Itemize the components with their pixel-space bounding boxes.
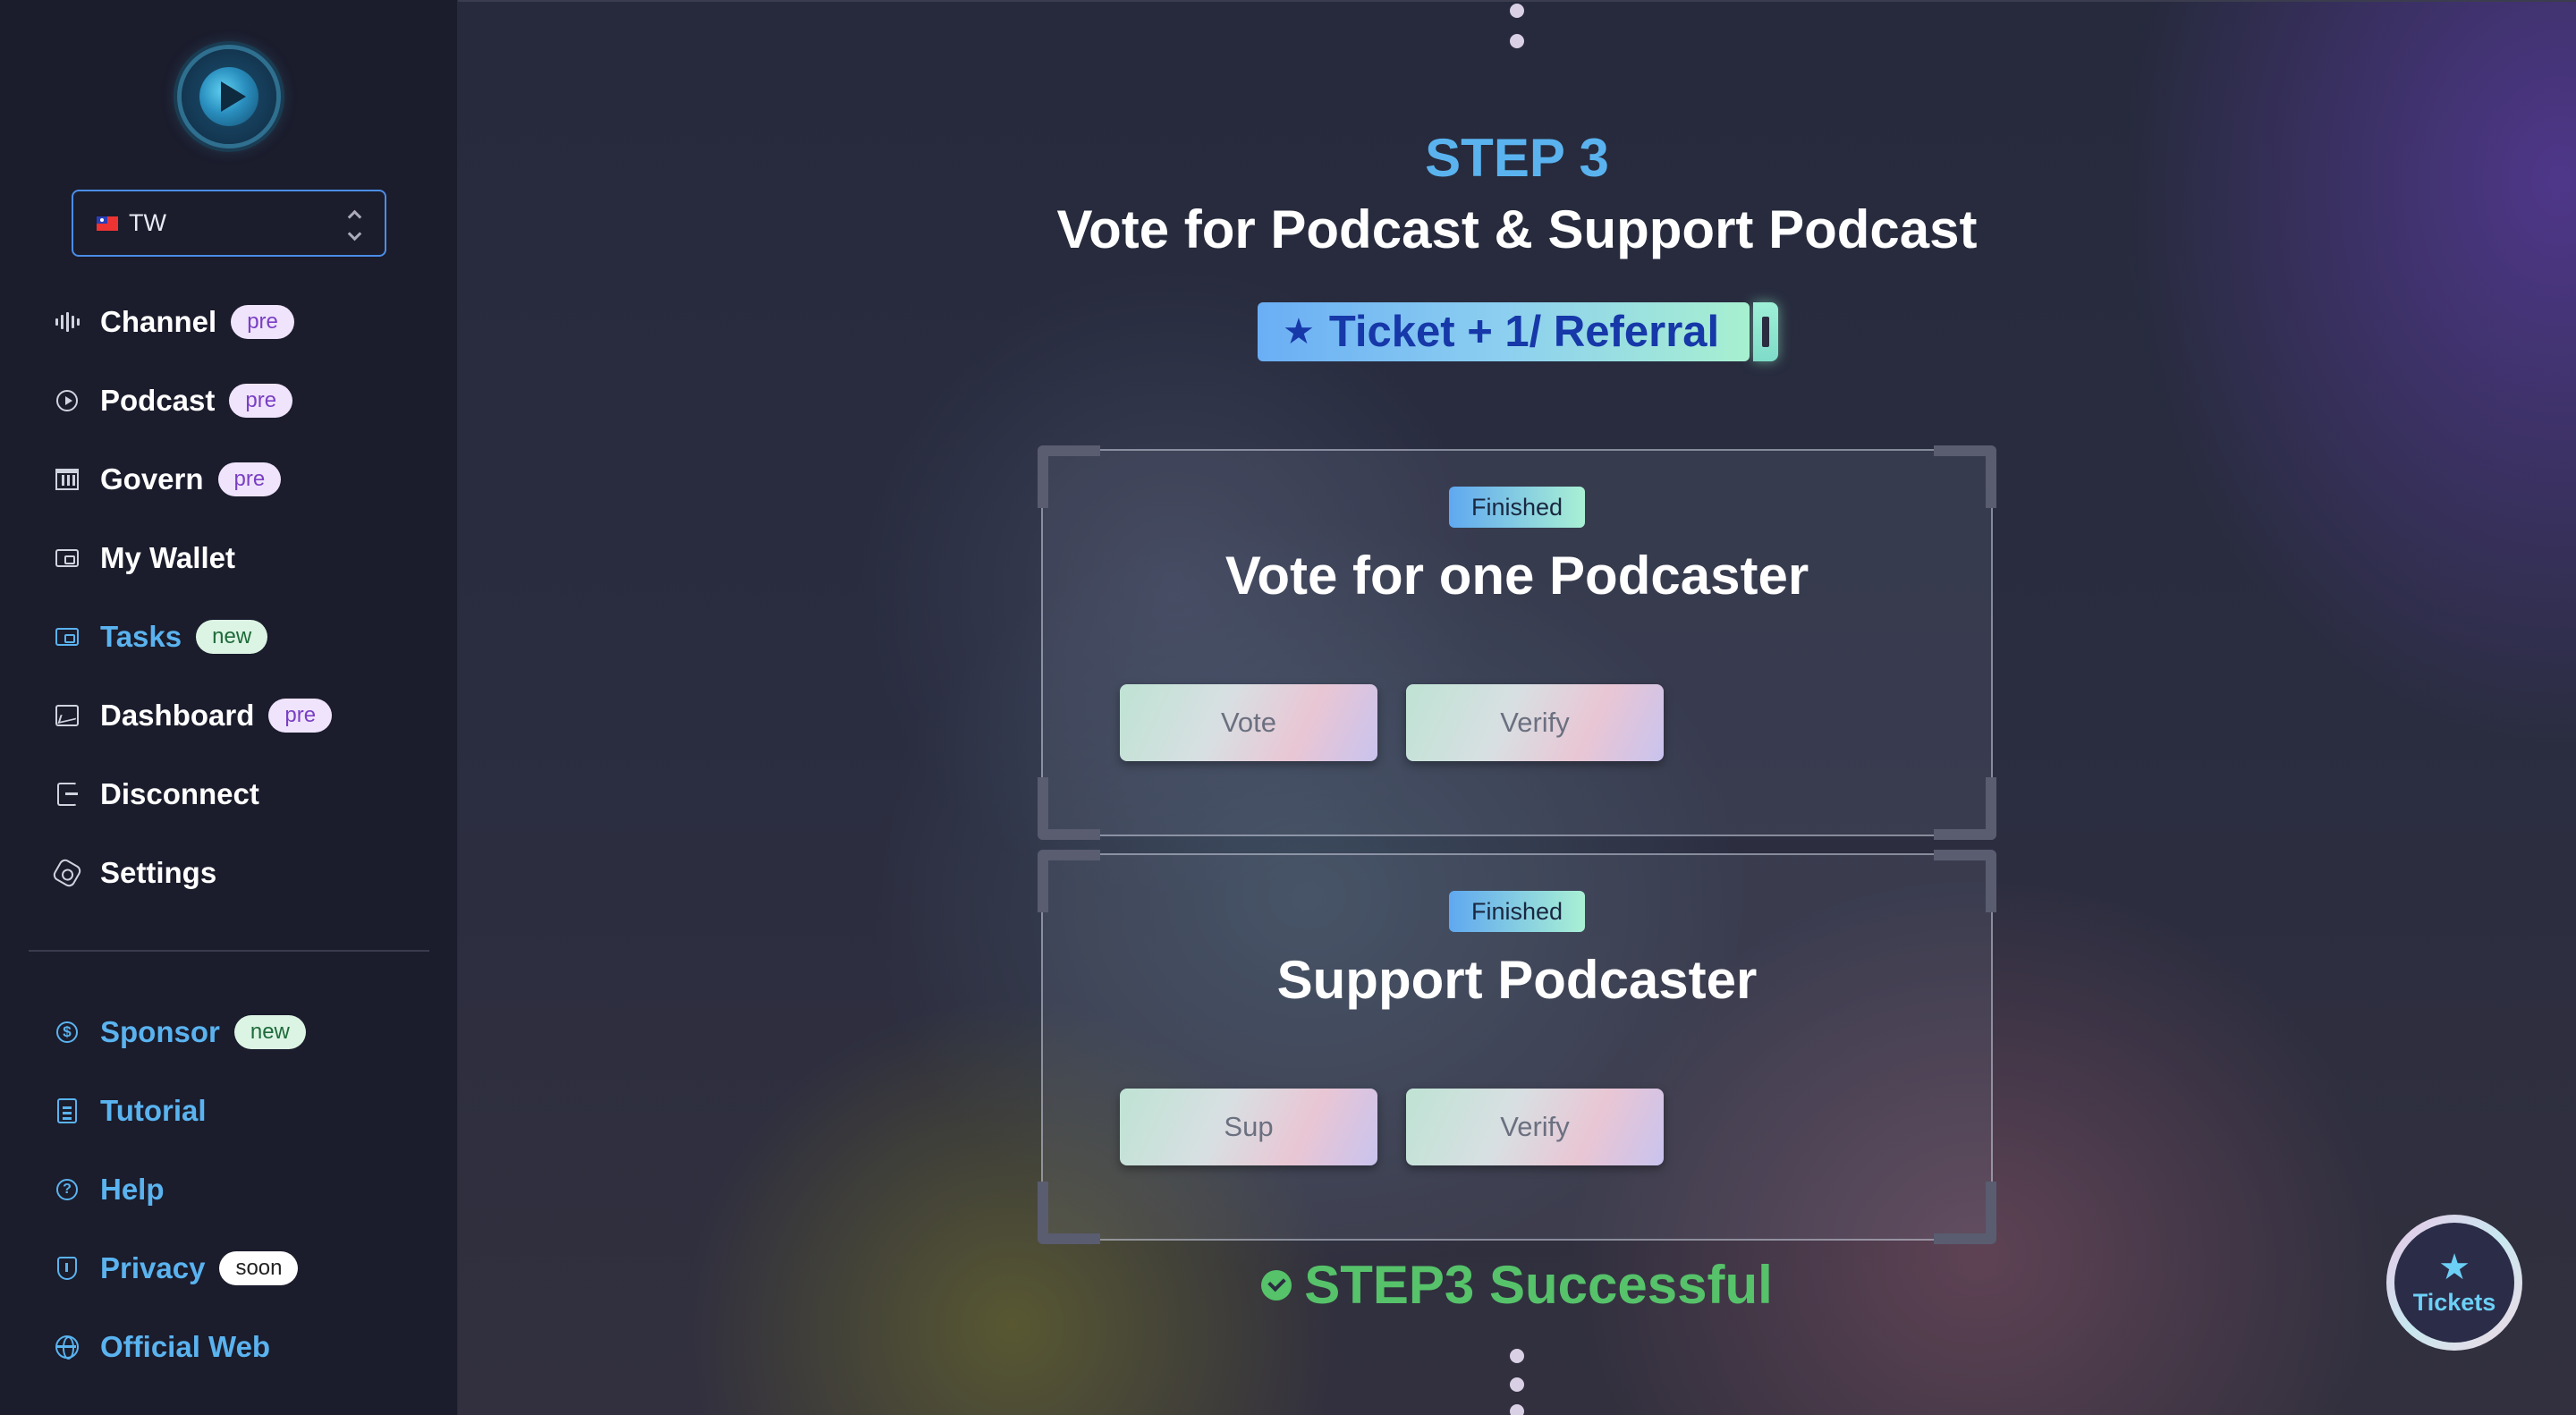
card-corner	[1038, 777, 1100, 840]
card-corner	[1934, 777, 1996, 840]
card-corner	[1038, 850, 1100, 912]
chart-icon	[54, 702, 80, 729]
nav-item-official-web[interactable]: Official Web	[54, 1325, 270, 1369]
tickets-button-inner: ★ Tickets	[2394, 1223, 2514, 1343]
wallet-icon	[54, 545, 80, 572]
help-icon: ?	[54, 1176, 80, 1203]
support-button[interactable]: Sup	[1120, 1089, 1377, 1165]
pre-badge: pre	[268, 699, 333, 733]
check-circle-icon	[1261, 1269, 1292, 1301]
nav-label: Tasks	[100, 620, 182, 653]
nav-item-channel[interactable]: Channel pre	[54, 300, 294, 344]
shield-icon	[54, 1255, 80, 1282]
star-icon: ★	[2438, 1247, 2470, 1287]
card-corner	[1934, 1182, 1996, 1244]
step-title: Vote for Podcast & Support Podcast	[1056, 199, 1978, 259]
play-circle-icon	[54, 387, 80, 414]
nav-label: Channel	[100, 305, 217, 338]
step-label: STEP 3	[1425, 128, 1609, 188]
progress-dot	[1510, 1349, 1524, 1363]
task-card-support: Finished Support Podcaster	[1038, 850, 1996, 1244]
nav-label: Disconnect	[100, 777, 259, 810]
status-badge: Finished	[1449, 487, 1585, 528]
nav-label: Help	[100, 1173, 165, 1206]
nav-label: Dashboard	[100, 699, 255, 732]
main-content: STEP 3 Vote for Podcast & Support Podcas…	[458, 0, 2576, 1415]
nav-label: Govern	[100, 462, 204, 496]
tickets-button[interactable]: ★ Tickets	[2386, 1215, 2522, 1351]
progress-dot	[1510, 1404, 1524, 1415]
nav-item-sponsor[interactable]: $ Sponsor new	[54, 1010, 306, 1055]
soon-badge: soon	[219, 1251, 299, 1285]
nav-item-govern[interactable]: Govern pre	[54, 457, 282, 502]
nav-label: My Wallet	[100, 541, 235, 574]
new-badge: new	[233, 1015, 306, 1049]
progress-dot	[1510, 1377, 1524, 1392]
nav-item-privacy[interactable]: Privacy soon	[54, 1246, 299, 1291]
ticket-reward-text: Ticket + 1/ Referral	[1328, 308, 1720, 356]
pre-badge: pre	[231, 305, 294, 339]
nav-item-settings[interactable]: Settings	[51, 851, 217, 895]
pre-badge: pre	[217, 462, 282, 496]
nav-label: Settings	[100, 856, 217, 889]
progress-dot	[1510, 4, 1524, 18]
logo-play-icon	[221, 81, 246, 112]
select-chevron-icon	[347, 209, 361, 241]
exit-icon	[54, 781, 80, 808]
star-icon: ★	[1283, 312, 1315, 352]
tickets-label: Tickets	[2412, 1288, 2496, 1316]
region-select[interactable]: TW	[72, 190, 386, 257]
sidebar-divider	[29, 950, 429, 952]
nav-item-disconnect[interactable]: Disconnect	[54, 772, 259, 817]
nav-label: Tutorial	[100, 1094, 207, 1127]
vote-button[interactable]: Vote	[1120, 684, 1377, 761]
tasks-wallet-icon	[54, 623, 80, 650]
nav-item-podcast[interactable]: Podcast pre	[54, 378, 293, 423]
sidebar: TW Channel pre Podcast pre Govern pre My…	[0, 0, 458, 1415]
card-corner	[1038, 445, 1100, 508]
settings-icon	[51, 857, 83, 889]
verify-support-button[interactable]: Verify	[1406, 1089, 1664, 1165]
document-icon	[54, 1097, 80, 1124]
dollar-icon: $	[54, 1019, 80, 1046]
region-value: TW	[129, 209, 166, 236]
app-logo[interactable]	[182, 49, 276, 144]
progress-dot	[1510, 34, 1524, 48]
nav-item-my-wallet[interactable]: My Wallet	[54, 536, 235, 580]
card-title: Vote for one Podcaster	[1224, 546, 1809, 606]
task-card-vote: Finished Vote for one Podcaster	[1038, 445, 1996, 840]
nav-item-help[interactable]: ? Help	[54, 1167, 165, 1212]
new-badge: new	[196, 620, 268, 654]
nav-label: Sponsor	[100, 1015, 220, 1048]
pre-badge: pre	[229, 384, 293, 418]
nav-label: Official Web	[100, 1330, 271, 1363]
nav-label: Privacy	[100, 1251, 206, 1284]
bank-icon	[54, 466, 80, 493]
verify-vote-button[interactable]: Verify	[1406, 684, 1664, 761]
taiwan-flag-icon	[97, 216, 118, 231]
ticket-reward-banner: ★ Ticket + 1/ Referral	[1258, 302, 1750, 361]
card-title: Support Podcaster	[1276, 950, 1758, 1010]
ticket-stub	[1753, 302, 1778, 361]
globe-icon	[54, 1334, 80, 1360]
status-badge: Finished	[1449, 891, 1585, 932]
nav-item-tutorial[interactable]: Tutorial	[54, 1089, 207, 1133]
audio-bars-icon	[54, 309, 80, 335]
nav-label: Podcast	[100, 384, 216, 417]
success-text: STEP3 Successful	[1304, 1255, 1773, 1315]
step-success: STEP3 Successful	[458, 1254, 2576, 1316]
card-corner	[1934, 445, 1996, 508]
card-corner	[1038, 1182, 1100, 1244]
card-corner	[1934, 850, 1996, 912]
nav-item-tasks[interactable]: Tasks new	[54, 614, 268, 659]
nav-item-dashboard[interactable]: Dashboard pre	[54, 693, 333, 738]
